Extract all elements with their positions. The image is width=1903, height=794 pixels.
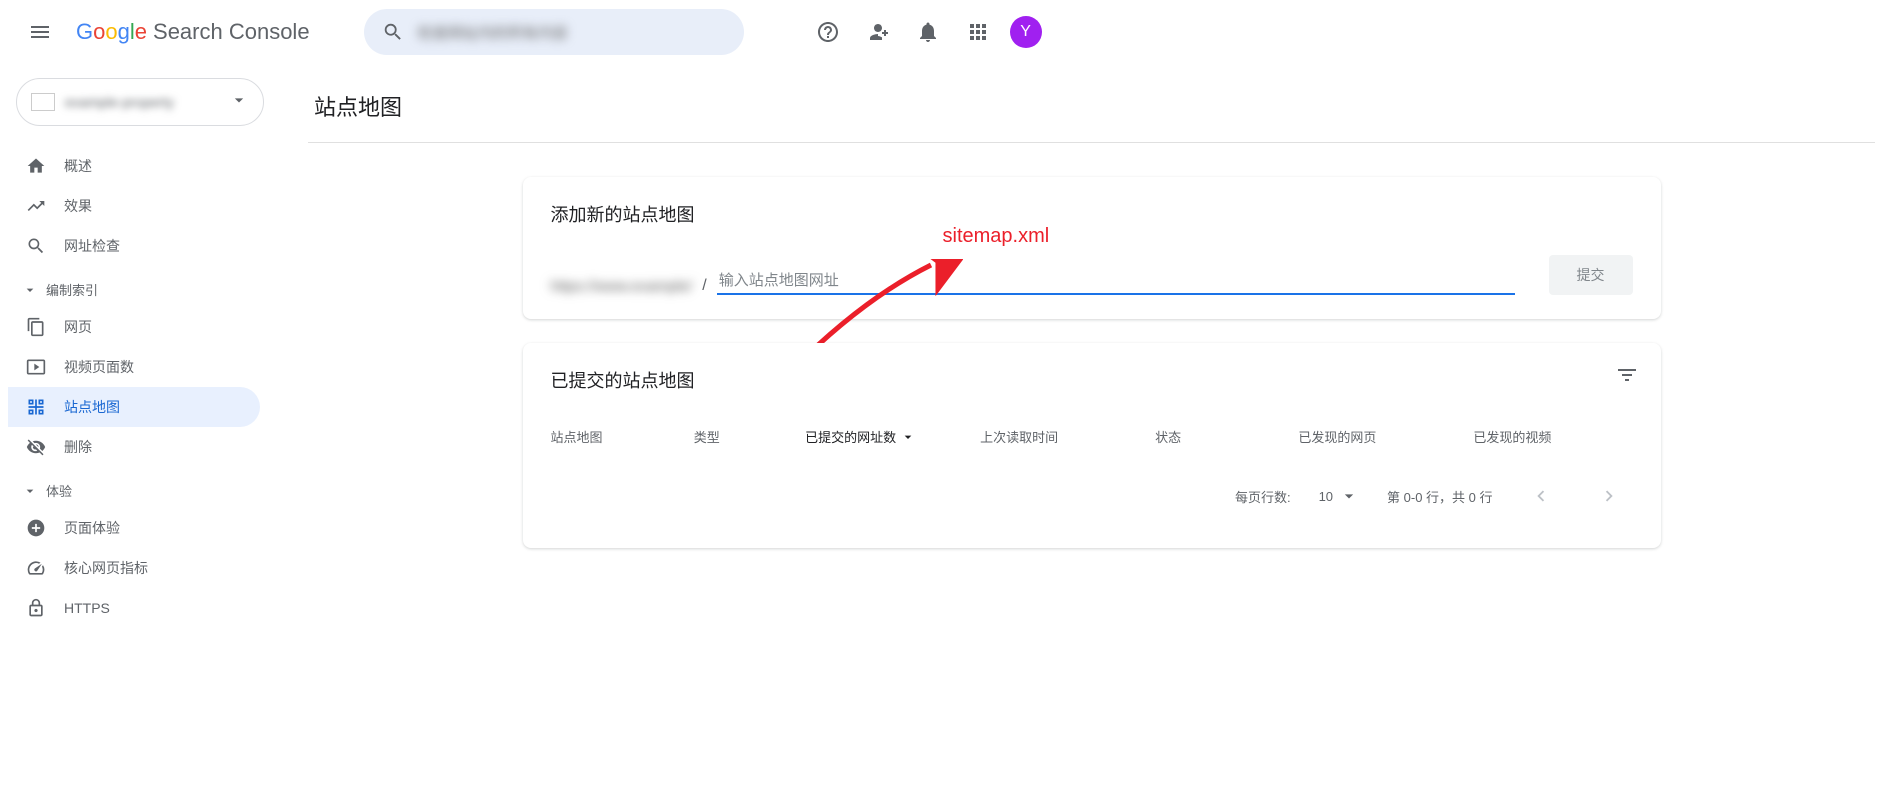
search-icon (382, 21, 404, 43)
product-name: Search Console (153, 19, 310, 45)
card-title: 已提交的站点地图 (551, 367, 1633, 393)
hamburger-icon (28, 20, 52, 44)
nav-page-experience[interactable]: 页面体验 (8, 508, 260, 548)
section-label: 编制索引 (46, 280, 98, 299)
property-name: example-property (65, 94, 219, 110)
app-header: Google Search Console 检查网址内的所有内容 Y (0, 0, 1903, 64)
nav-label: 网页 (64, 317, 92, 337)
bell-icon (916, 20, 940, 44)
col-sitemap: 站点地图 (551, 427, 694, 446)
section-experience[interactable]: 体验 (8, 467, 272, 508)
nav-video[interactable]: 视频页面数 (8, 347, 260, 387)
sort-down-icon (900, 429, 916, 445)
help-icon (816, 20, 840, 44)
nav-label: 页面体验 (64, 518, 120, 538)
filter-button[interactable] (1615, 363, 1639, 392)
nav-label: 站点地图 (64, 397, 120, 417)
nav-label: 视频页面数 (64, 357, 134, 377)
chevron-down-icon (22, 483, 38, 499)
property-selector[interactable]: example-property (16, 78, 264, 126)
chevron-left-icon (1530, 485, 1552, 507)
property-favicon (31, 93, 55, 111)
logo[interactable]: Google Search Console (76, 19, 310, 45)
table-header: 站点地图 类型 已提交的网址数 上次读取时间 状态 已发现的网页 已发现的视频 (551, 421, 1633, 468)
filter-icon (1615, 363, 1639, 387)
slash: / (702, 277, 706, 295)
nav-https[interactable]: HTTPS (8, 588, 260, 628)
col-status: 状态 (1155, 427, 1298, 446)
nav-pages[interactable]: 网页 (8, 307, 260, 347)
nav-sitemap[interactable]: 站点地图 (8, 387, 260, 427)
users-button[interactable] (854, 8, 902, 56)
pagination: 每页行数: 10 第 0-0 行，共 0 行 (551, 468, 1633, 524)
speed-icon (26, 558, 46, 578)
trend-icon (26, 196, 46, 216)
rows-label: 每页行数: (1235, 487, 1291, 506)
nav-overview[interactable]: 概述 (8, 146, 260, 186)
section-label: 体验 (46, 481, 72, 500)
nav-label: 网址检查 (64, 236, 120, 256)
nav-label: 核心网页指标 (64, 558, 148, 578)
header-actions: Y (804, 8, 1042, 56)
col-pages: 已发现的网页 (1298, 427, 1473, 446)
hide-icon (26, 437, 46, 457)
section-index[interactable]: 编制索引 (8, 266, 272, 307)
add-sitemap-card: 添加新的站点地图 https://www.example/ / 提交 sitem… (523, 177, 1661, 319)
range-label: 第 0-0 行，共 0 行 (1387, 487, 1492, 506)
submit-button[interactable]: 提交 (1549, 255, 1633, 295)
nav-inspect[interactable]: 网址检查 (8, 226, 260, 266)
url-search[interactable]: 检查网址内的所有内容 (364, 9, 744, 55)
account-avatar[interactable]: Y (1010, 16, 1042, 48)
menu-toggle[interactable] (16, 8, 64, 56)
chevron-down-icon (229, 90, 249, 115)
page-title: 站点地图 (308, 64, 1875, 143)
sitemap-icon (26, 397, 46, 417)
sidebar: example-property 概述 效果 网址检查 编制索引 网页 视频页面… (0, 64, 280, 794)
apps-icon (966, 20, 990, 44)
users-icon (866, 20, 890, 44)
nav-performance[interactable]: 效果 (8, 186, 260, 226)
card-title: 添加新的站点地图 (551, 201, 1633, 227)
col-videos: 已发现的视频 (1473, 427, 1632, 446)
col-submitted[interactable]: 已提交的网址数 (805, 427, 980, 446)
lock-icon (26, 598, 46, 618)
col-label: 已提交的网址数 (805, 427, 896, 446)
nav-label: 效果 (64, 196, 92, 216)
google-logo: Google (76, 19, 147, 45)
search-placeholder: 检查网址内的所有内容 (418, 22, 568, 43)
nav-label: 概述 (64, 156, 92, 176)
sitemap-url-input[interactable] (717, 268, 1515, 295)
col-last-read: 上次读取时间 (980, 427, 1155, 446)
nav-label: HTTPS (64, 600, 110, 616)
nav-label: 删除 (64, 437, 92, 457)
plus-circle-icon (26, 518, 46, 538)
chevron-down-icon (1339, 486, 1359, 506)
pages-icon (26, 317, 46, 337)
rows-per-page-select[interactable]: 10 (1319, 486, 1359, 506)
col-type: 类型 (694, 427, 805, 446)
prev-page-button[interactable] (1521, 476, 1561, 516)
next-page-button[interactable] (1589, 476, 1629, 516)
submitted-sitemaps-card: 已提交的站点地图 站点地图 类型 已提交的网址数 上次读取时间 状态 已发现的网… (523, 343, 1661, 548)
main-content: 站点地图 添加新的站点地图 https://www.example/ / 提交 … (280, 64, 1903, 794)
nav-removal[interactable]: 删除 (8, 427, 260, 467)
nav-core-web-vitals[interactable]: 核心网页指标 (8, 548, 260, 588)
video-icon (26, 357, 46, 377)
chevron-down-icon (22, 282, 38, 298)
chevron-right-icon (1598, 485, 1620, 507)
home-icon (26, 156, 46, 176)
annotation-text: sitemap.xml (943, 225, 1050, 248)
help-button[interactable] (804, 8, 852, 56)
notifications-button[interactable] (904, 8, 952, 56)
rows-value: 10 (1319, 489, 1333, 504)
apps-button[interactable] (954, 8, 1002, 56)
search-icon (26, 236, 46, 256)
sitemap-url-prefix: https://www.example/ (551, 278, 693, 295)
